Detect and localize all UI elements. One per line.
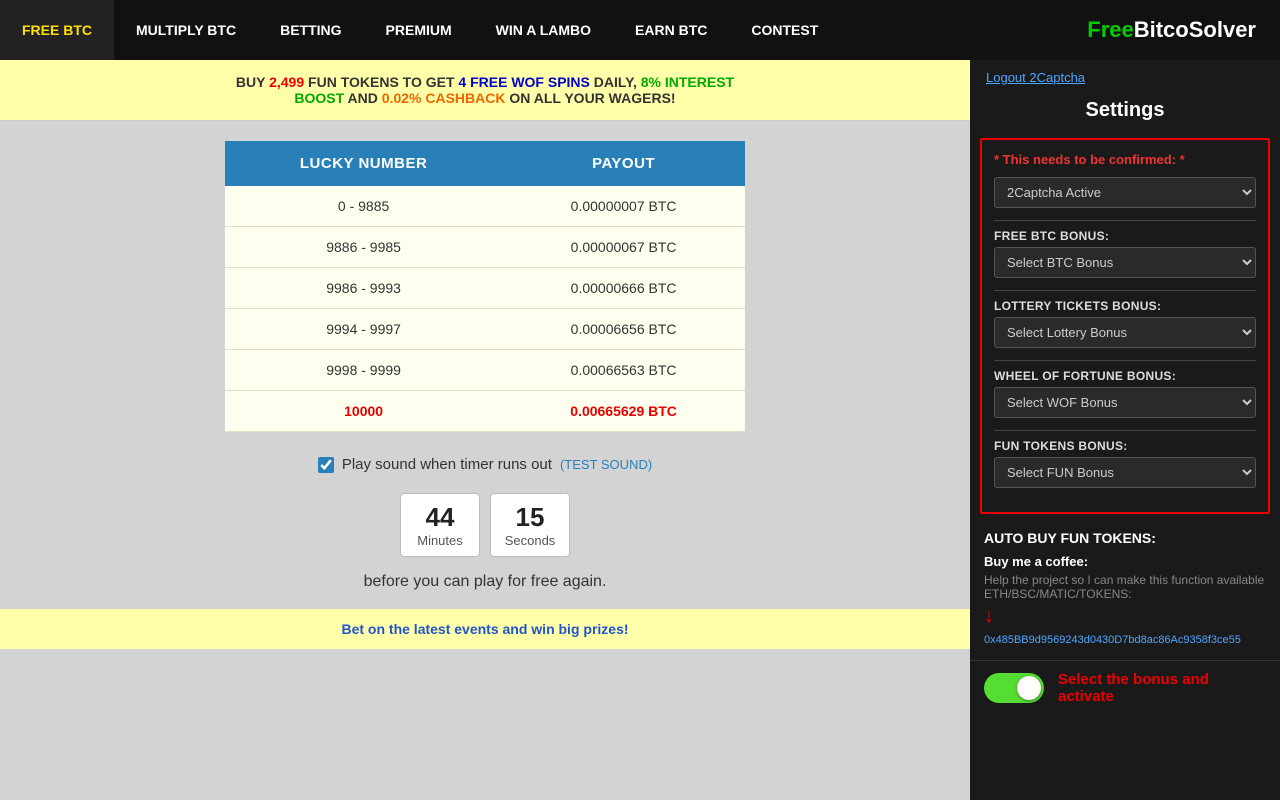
settings-box: * This needs to be confirmed: * 2Captcha… <box>980 138 1270 514</box>
fun-bonus-section: FUN TOKENS BONUS: Select FUN Bonus <box>994 439 1256 488</box>
seconds-value: 15 <box>503 502 557 533</box>
toggle-label: Select the bonus and activate <box>1058 671 1266 705</box>
lottery-label: LOTTERY TICKETS BONUS: <box>994 299 1256 313</box>
table-row: 100000.00665629 BTC <box>225 391 745 432</box>
main-content: BUY 2,499 FUN TOKENS TO GET 4 FREE WOF S… <box>0 60 970 800</box>
eth-address: 0x485BB9d9569243d0430D7bd8ac86Ac9358f3ce… <box>984 634 1266 646</box>
btc-bonus-section: FREE BTC BONUS: Select BTC Bonus <box>994 229 1256 278</box>
promo-line2-3: 0.02% CASHBACK <box>382 90 506 106</box>
test-sound-link[interactable]: (TEST SOUND) <box>560 457 652 472</box>
nav-free-btc[interactable]: FREE BTC <box>0 0 114 60</box>
promo-part2: FUN TOKENS TO GET <box>304 74 458 90</box>
timer-row: 44 Minutes 15 Seconds <box>0 483 970 563</box>
table-row: 9886 - 99850.00000067 BTC <box>225 227 745 268</box>
promo-line2-1: BOOST <box>294 90 344 106</box>
sound-label: Play sound when timer runs out <box>342 456 552 473</box>
table-row: 9986 - 99930.00000666 BTC <box>225 268 745 309</box>
lucky-number-cell: 10000 <box>225 391 502 432</box>
divider-4 <box>994 430 1256 431</box>
page-layout: BUY 2,499 FUN TOKENS TO GET 4 FREE WOF S… <box>0 60 1280 800</box>
fun-bonus-select[interactable]: Select FUN Bonus <box>994 457 1256 488</box>
table-row: 9994 - 99970.00006656 BTC <box>225 309 745 350</box>
settings-title: Settings <box>970 91 1280 132</box>
payout-cell: 0.00665629 BTC <box>502 391 745 432</box>
sound-checkbox[interactable] <box>318 457 334 473</box>
buy-coffee-desc: Help the project so I can make this func… <box>984 573 1266 601</box>
col-payout: PAYOUT <box>502 141 745 186</box>
nav-betting[interactable]: BETTING <box>258 0 363 60</box>
nav-win-lambo[interactable]: WIN A LAMBO <box>474 0 613 60</box>
nav-multiply-btc[interactable]: MULTIPLY BTC <box>114 0 258 60</box>
sidebar: Logout 2Captcha Settings * This needs to… <box>970 60 1280 800</box>
lucky-number-cell: 9886 - 9985 <box>225 227 502 268</box>
table-row: 0 - 98850.00000007 BTC <box>225 186 745 227</box>
auto-buy-title: AUTO BUY FUN TOKENS: <box>984 530 1266 546</box>
payout-cell: 0.00066563 BTC <box>502 350 745 391</box>
lucky-number-cell: 0 - 9885 <box>225 186 502 227</box>
promo-highlight3: 8% INTEREST <box>641 74 734 90</box>
payout-cell: 0.00000007 BTC <box>502 186 745 227</box>
captcha-select[interactable]: 2Captcha Active <box>994 177 1256 208</box>
col-lucky-number: LUCKY NUMBER <box>225 141 502 186</box>
bottom-banner: Bet on the latest events and win big pri… <box>0 609 970 649</box>
minutes-label: Minutes <box>413 533 467 548</box>
auto-buy-section: AUTO BUY FUN TOKENS: Buy me a coffee: He… <box>970 520 1280 660</box>
payout-cell: 0.00000067 BTC <box>502 227 745 268</box>
timer-seconds: 15 Seconds <box>490 493 570 557</box>
payout-table-container: LUCKY NUMBER PAYOUT 0 - 98850.00000007 B… <box>0 121 970 442</box>
wof-section: WHEEL OF FORTUNE BONUS: Select WOF Bonus <box>994 369 1256 418</box>
promo-banner: BUY 2,499 FUN TOKENS TO GET 4 FREE WOF S… <box>0 60 970 121</box>
toggle-knob <box>1017 676 1041 700</box>
settings-warning: * This needs to be confirmed: * <box>994 152 1256 167</box>
promo-part3: DAILY, <box>590 74 641 90</box>
arrow-down-icon: ↓ <box>984 605 1266 628</box>
divider-2 <box>994 290 1256 291</box>
payout-table: LUCKY NUMBER PAYOUT 0 - 98850.00000007 B… <box>225 141 745 432</box>
buy-coffee-title: Buy me a coffee: <box>984 554 1266 569</box>
promo-part1: BUY <box>236 74 269 90</box>
lottery-section: LOTTERY TICKETS BONUS: Select Lottery Bo… <box>994 299 1256 348</box>
logout-link[interactable]: Logout 2Captcha <box>970 60 1280 91</box>
wof-select[interactable]: Select WOF Bonus <box>994 387 1256 418</box>
nav-contest[interactable]: CONTEST <box>729 0 840 60</box>
payout-cell: 0.00006656 BTC <box>502 309 745 350</box>
promo-highlight2: 4 FREE WOF SPINS <box>458 74 589 90</box>
logo-bitco: Bitco <box>1134 17 1189 43</box>
captcha-section: 2Captcha Active <box>994 177 1256 208</box>
table-row: 9998 - 99990.00066563 BTC <box>225 350 745 391</box>
promo-line2-2: AND <box>344 90 382 106</box>
divider-3 <box>994 360 1256 361</box>
lucky-number-cell: 9994 - 9997 <box>225 309 502 350</box>
free-again-text: before you can play for free again. <box>0 563 970 605</box>
lottery-select[interactable]: Select Lottery Bonus <box>994 317 1256 348</box>
lucky-number-cell: 9998 - 9999 <box>225 350 502 391</box>
promo-highlight1: 2,499 <box>269 74 304 90</box>
nav-earn-btc[interactable]: EARN BTC <box>613 0 729 60</box>
activate-toggle[interactable] <box>984 673 1044 703</box>
site-logo: FreeBitco Solver <box>1063 0 1280 60</box>
seconds-label: Seconds <box>503 533 557 548</box>
fun-bonus-label: FUN TOKENS BONUS: <box>994 439 1256 453</box>
btc-bonus-label: FREE BTC BONUS: <box>994 229 1256 243</box>
btc-bonus-select[interactable]: Select BTC Bonus <box>994 247 1256 278</box>
sound-row: Play sound when timer runs out (TEST SOU… <box>0 442 970 483</box>
logo-solver: Solver <box>1189 17 1256 43</box>
lucky-number-cell: 9986 - 9993 <box>225 268 502 309</box>
divider-1 <box>994 220 1256 221</box>
nav-premium[interactable]: PREMIUM <box>364 0 474 60</box>
navbar: FREE BTC MULTIPLY BTC BETTING PREMIUM WI… <box>0 0 1280 60</box>
minutes-value: 44 <box>413 502 467 533</box>
timer-minutes: 44 Minutes <box>400 493 480 557</box>
promo-line2-4: ON ALL YOUR WAGERS! <box>505 90 675 106</box>
payout-cell: 0.00000666 BTC <box>502 268 745 309</box>
wof-label: WHEEL OF FORTUNE BONUS: <box>994 369 1256 383</box>
toggle-area: Select the bonus and activate <box>970 660 1280 719</box>
logo-free: Free <box>1087 17 1133 43</box>
